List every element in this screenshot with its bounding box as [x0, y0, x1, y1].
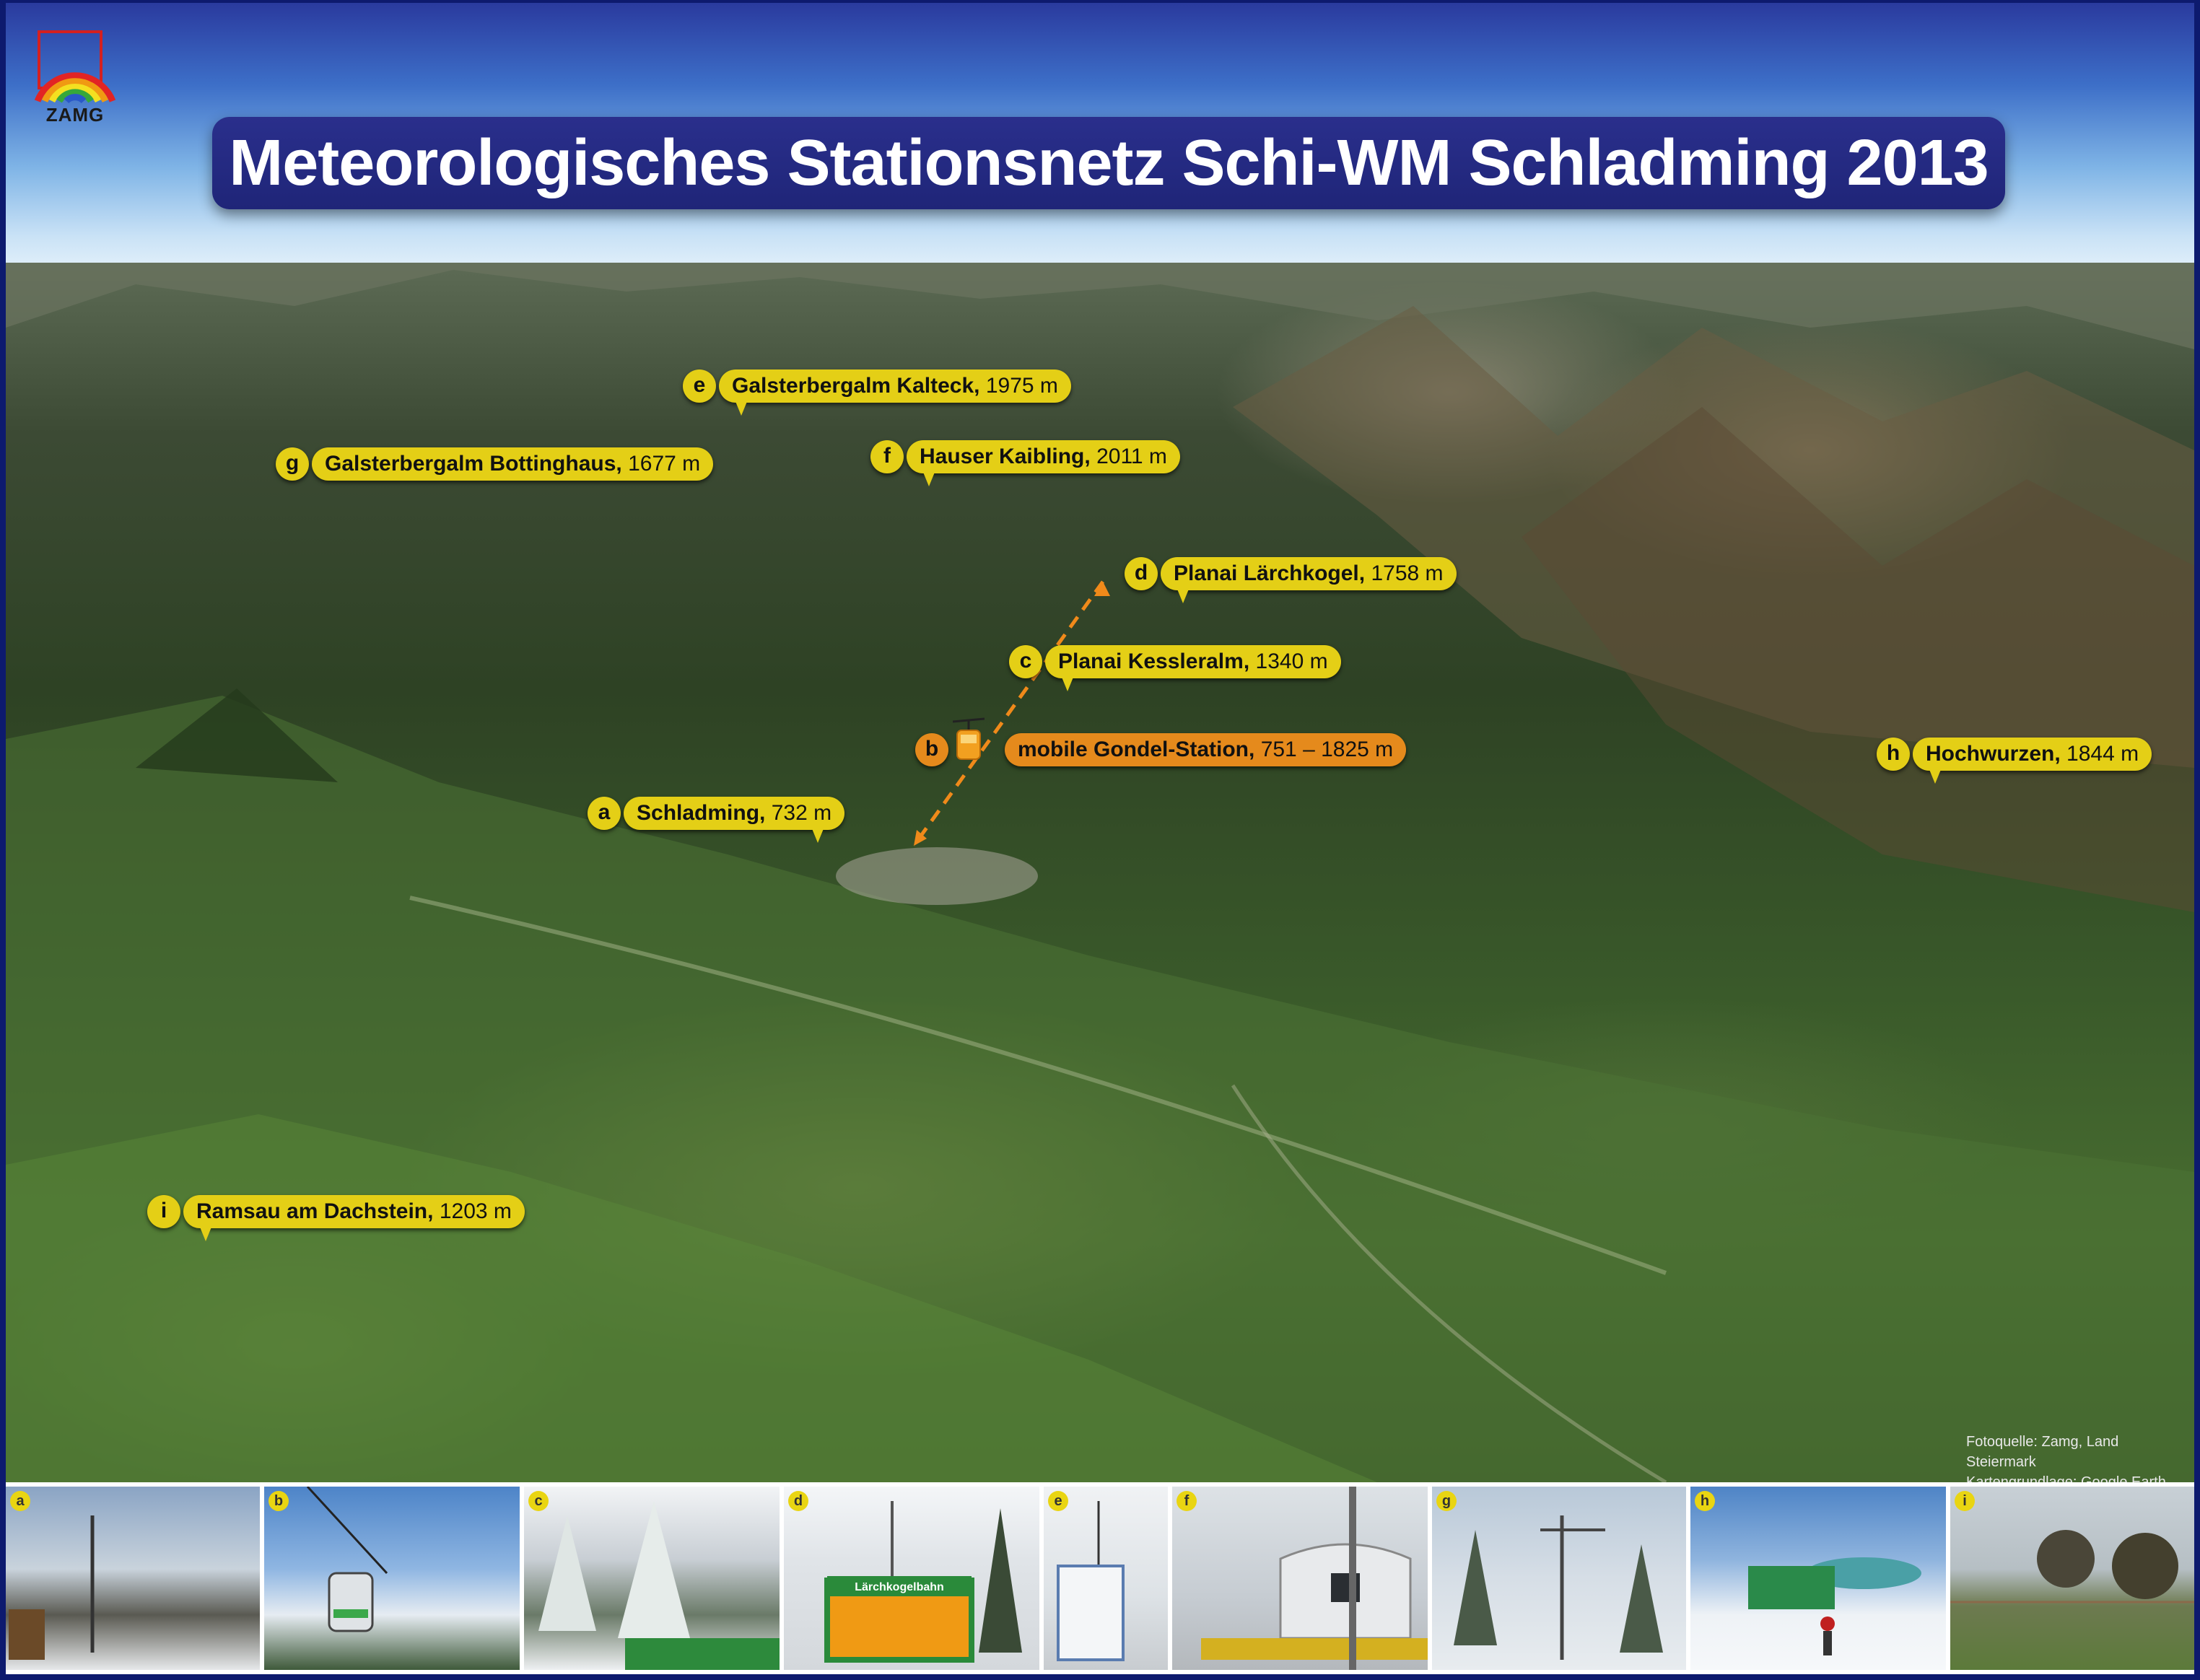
station-elevation: 1203 m: [439, 1199, 512, 1223]
station-badge-a: a: [588, 797, 621, 830]
station-elevation: 1844 m: [2066, 742, 2139, 766]
station-elevation: 732 m: [771, 801, 832, 825]
met-mast-icon: [1454, 1515, 1663, 1660]
label-comma: ,: [2054, 742, 2061, 766]
label-comma: ,: [1249, 738, 1255, 761]
station-label-hochwurzen[interactable]: Hochwurzen, 1844 m: [1913, 738, 2152, 771]
station-elevation: 2011 m: [1096, 445, 1167, 468]
label-comma: ,: [427, 1199, 434, 1223]
photo-label-g: g: [1436, 1491, 1457, 1511]
station-elevation: 1975 m: [985, 374, 1058, 398]
station-label-planai-kessleralm[interactable]: Planai Kessleralm, 1340 m: [1045, 645, 1341, 678]
station-badge-c: c: [1009, 645, 1042, 678]
label-comma: ,: [974, 374, 980, 398]
label-comma: ,: [1358, 561, 1366, 585]
hut-sign-text: Lärchkogelbahn: [855, 1581, 944, 1593]
station-elevation: 751 – 1825 m: [1260, 738, 1394, 761]
label-comma: ,: [616, 452, 622, 476]
label-pointer: [1061, 675, 1074, 691]
photo-label-e: e: [1048, 1491, 1068, 1511]
station-name: Hauser Kaibling: [920, 445, 1085, 468]
station-label-hauser-kaibling[interactable]: Hauser Kaibling, 2011 m: [907, 440, 1180, 473]
station-badge-i: i: [147, 1195, 180, 1228]
station-name: Galsterbergalm Bottinghaus: [325, 452, 616, 476]
photo-label-b: b: [269, 1491, 289, 1511]
gondola-photo-icon: [306, 1487, 388, 1632]
photo-h[interactable]: h: [1690, 1487, 1946, 1670]
station-label-galsterbergalm-bottinghaus[interactable]: Galsterbergalm Bottinghaus, 1677 m: [312, 447, 714, 481]
photo-c[interactable]: c: [524, 1487, 780, 1670]
label-pointer: [922, 471, 935, 486]
logo-text: ZAMG: [45, 104, 105, 126]
station-hut-icon: [824, 1501, 1022, 1663]
station-label-ramsau[interactable]: Ramsau am Dachstein, 1203 m: [183, 1195, 525, 1228]
poster: ZAMG Meteorologisches Stationsnetz Schi-…: [6, 3, 2194, 1674]
station-badge-e: e: [683, 369, 716, 403]
photo-b[interactable]: b: [264, 1487, 520, 1670]
snowy-forest-icon: [538, 1501, 780, 1670]
zamg-logo: ZAMG: [32, 29, 118, 130]
photo-f[interactable]: f: [1172, 1487, 1428, 1670]
meadow-station-icon: [1950, 1530, 2194, 1604]
lift-station-icon: [1748, 1557, 1921, 1655]
station-badge-g: g: [276, 447, 309, 481]
label-pointer: [735, 400, 748, 416]
photo-i[interactable]: i: [1950, 1487, 2194, 1670]
station-badge-f: f: [870, 440, 904, 473]
station-name: Planai Kessleralm: [1058, 649, 1244, 673]
station-elevation: 1340 m: [1255, 649, 1328, 673]
station-name: Schladming: [637, 801, 760, 825]
station-label-planai-laerchkogel[interactable]: Planai Lärchkogel, 1758 m: [1161, 557, 1457, 590]
station-name: Planai Lärchkogel: [1174, 561, 1359, 585]
container-station-icon: [1057, 1501, 1125, 1661]
photo-label-d: d: [788, 1491, 808, 1511]
station-name: mobile Gondel-Station: [1018, 738, 1249, 761]
station-elevation: 1677 m: [628, 452, 701, 476]
photo-d[interactable]: d Lärchkogelbahn: [784, 1487, 1039, 1670]
label-comma: ,: [1243, 649, 1250, 673]
photo-label-a: a: [10, 1491, 30, 1511]
station-badge-d: d: [1125, 557, 1158, 590]
station-name: Ramsau am Dachstein: [196, 1199, 428, 1223]
station-name: Hochwurzen: [1926, 742, 2055, 766]
photo-e[interactable]: e: [1044, 1487, 1168, 1670]
station-elevation: 1758 m: [1371, 561, 1444, 585]
photo-g[interactable]: g: [1432, 1487, 1686, 1670]
label-comma: ,: [1084, 445, 1091, 468]
summit-station-icon: [1201, 1487, 1428, 1670]
title-banner: Meteorologisches Stationsnetz Schi-WM Sc…: [212, 117, 2005, 209]
photo-label-c: c: [528, 1491, 549, 1511]
photo-source-text: Fotoquelle: Zamg, Land Steiermark: [1966, 1434, 2119, 1470]
label-pointer: [811, 827, 824, 843]
station-label-mobile-gondel[interactable]: mobile Gondel-Station, 751 – 1825 m: [1005, 733, 1407, 766]
station-badge-h: h: [1877, 738, 1910, 771]
rainbow-logo-icon: [34, 30, 116, 104]
page-title: Meteorologisches Stationsnetz Schi-WM Sc…: [229, 127, 1989, 199]
station-label-schladming[interactable]: Schladming, 732 m: [624, 797, 845, 830]
station-label-galsterbergalm-kalteck[interactable]: Galsterbergalm Kalteck, 1975 m: [719, 369, 1071, 403]
label-comma: ,: [759, 801, 766, 825]
gondola-route-line: [912, 580, 1105, 847]
photo-strip: a b c d Lärchkogelbahn e f g h i: [6, 1482, 2194, 1674]
photo-a[interactable]: a: [6, 1487, 260, 1670]
weather-mast-icon: [9, 1515, 95, 1660]
photo-label-i: i: [1955, 1491, 1975, 1511]
label-pointer: [1929, 768, 1942, 784]
terrain-map: e Galsterbergalm Kalteck, 1975 m g Galst…: [6, 263, 2194, 1482]
station-badge-b: b: [915, 733, 948, 766]
label-pointer: [199, 1225, 212, 1241]
station-name: Galsterbergalm Kalteck: [732, 374, 974, 398]
photo-label-h: h: [1695, 1491, 1715, 1511]
label-pointer: [1177, 587, 1190, 603]
photo-label-f: f: [1177, 1491, 1197, 1511]
gondola-icon: [953, 717, 985, 760]
